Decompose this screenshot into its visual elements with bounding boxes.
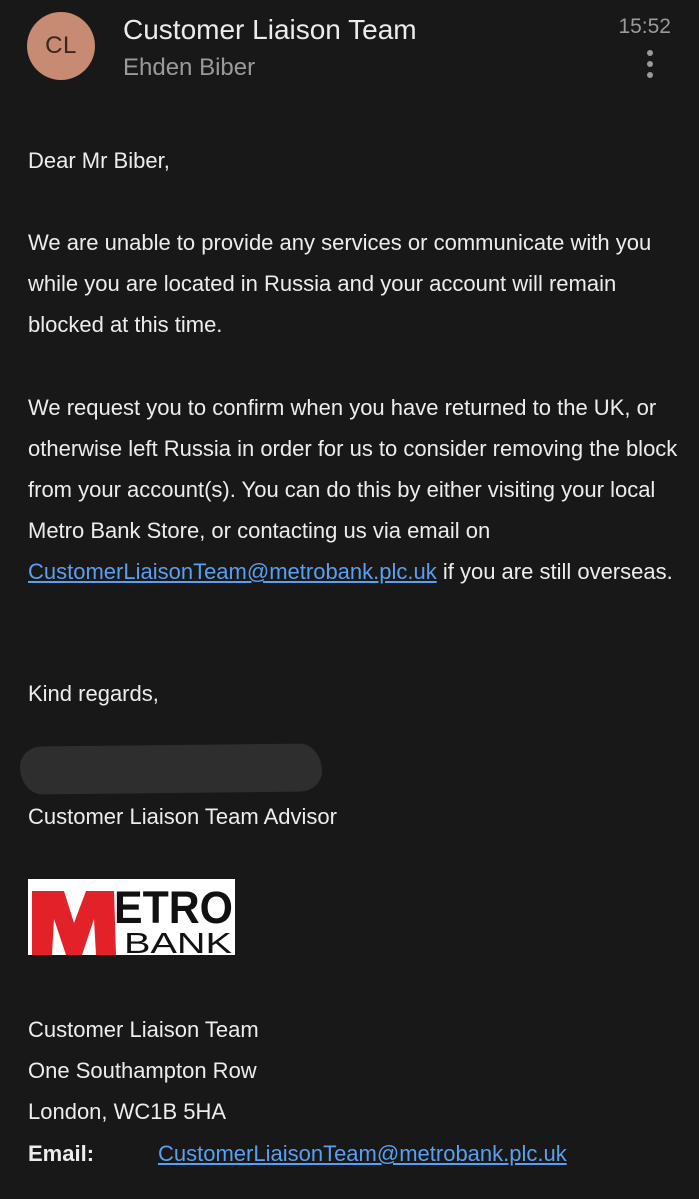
closing: Kind regards, <box>28 681 159 706</box>
logo-text-bottom: BANK <box>124 928 233 955</box>
paragraph-1: We are unable to provide any services or… <box>28 230 652 337</box>
sender-name: Customer Liaison Team <box>123 14 417 45</box>
address-line-2: London, WC1B 5HA <box>28 1099 227 1124</box>
paragraph-2-text: We request you to confirm when you have … <box>28 395 678 543</box>
logo-text-top: ETRO <box>114 882 233 933</box>
paragraph-2: We request you to confirm when you have … <box>28 387 678 592</box>
message-time: 15:52 <box>618 15 671 38</box>
metro-bank-logo-graphic: ETRO BANK <box>28 879 235 955</box>
metro-bank-logo: ETRO BANK <box>28 879 235 955</box>
signature-email-link[interactable]: CustomerLiaisonTeam@metrobank.plc.uk <box>158 1133 567 1174</box>
paragraph-2-tail: if you are still overseas. <box>436 559 673 584</box>
signature-team-name: Customer Liaison Team <box>28 1017 259 1042</box>
sender-avatar[interactable]: CL <box>27 12 95 80</box>
email-header: CL Customer Liaison Team Ehden Biber 15:… <box>0 0 699 110</box>
redacted-signature-name <box>19 743 323 795</box>
email-link[interactable]: CustomerLiaisonTeam@metrobank.plc.uk <box>28 559 437 584</box>
advisor-title: Customer Liaison Team Advisor <box>28 804 337 829</box>
email-label: Email: <box>28 1141 95 1166</box>
greeting: Dear Mr Biber, <box>28 148 170 173</box>
address-line-1: One Southampton Row <box>28 1058 257 1083</box>
more-vertical-icon[interactable] <box>640 48 660 80</box>
recipient-name: Ehden Biber <box>123 54 256 81</box>
